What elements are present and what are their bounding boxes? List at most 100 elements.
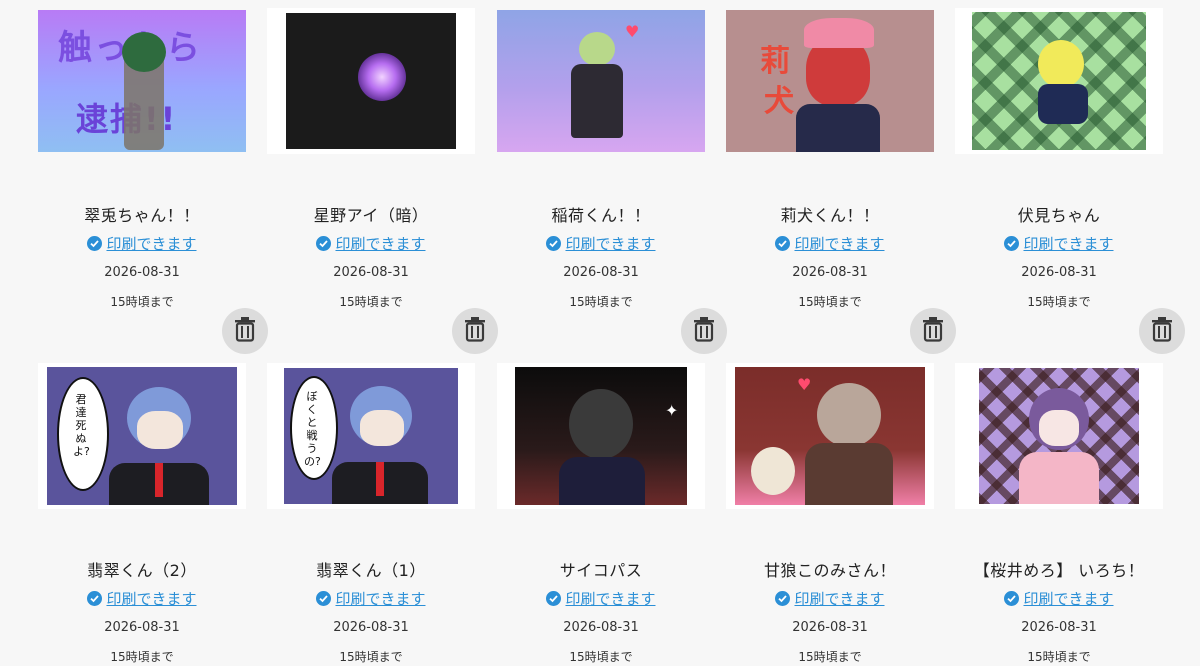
print-card[interactable]: 莉 犬 莉犬くん！！ 印刷できます 2026-08-31 15時頃まで xyxy=(726,8,934,310)
card-title: 星野アイ（暗） xyxy=(313,206,429,225)
print-status[interactable]: 印刷できます xyxy=(726,588,934,609)
print-card[interactable]: 君達死ぬよ? 翡翠くん（2） 印刷できます 2026-08-31 15時頃まで xyxy=(38,363,246,665)
artwork-thumbnail xyxy=(979,368,1139,504)
card-title: サイコパス xyxy=(559,561,643,580)
expiry-date: 2026-08-31 xyxy=(1021,620,1097,635)
print-card[interactable]: 伏見ちゃん 印刷できます 2026-08-31 15時頃まで xyxy=(955,8,1163,310)
character-head xyxy=(569,389,633,459)
card-title: 翡翠くん（1） xyxy=(316,561,426,580)
print-status[interactable]: 印刷できます xyxy=(955,588,1163,609)
expiry-time: 15時頃まで xyxy=(110,295,174,309)
print-card[interactable]: 【桜井めろ】 いろち！ 印刷できます 2026-08-31 15時頃まで xyxy=(955,363,1163,665)
print-status[interactable]: 印刷できます xyxy=(267,233,475,254)
print-status-link[interactable]: 印刷できます xyxy=(335,233,425,254)
card-title: 伏見ちゃん xyxy=(1017,206,1101,225)
check-circle-icon xyxy=(1004,236,1020,251)
artwork-thumbnail: ぼくと戦うの? xyxy=(284,368,458,504)
character-head xyxy=(817,383,881,447)
print-card[interactable]: 星野アイ（暗） 印刷できます 2026-08-31 15時頃まで xyxy=(267,8,475,310)
print-status-link[interactable]: 印刷できます xyxy=(565,233,655,254)
check-circle-icon xyxy=(316,591,332,606)
print-card[interactable]: 触ったら 逮捕!! 翠兎ちゃん！！ 印刷できます 2026-08-31 15時頃… xyxy=(38,8,246,310)
thumbnail-frame[interactable]: ♥ xyxy=(497,8,705,154)
tie xyxy=(376,462,384,496)
character-figure xyxy=(571,64,623,138)
thumbnail-frame[interactable]: 君達死ぬよ? xyxy=(38,363,246,509)
expiry-time: 15時頃まで xyxy=(798,295,862,309)
expiry-time: 15時頃まで xyxy=(1027,295,1091,309)
delete-button[interactable] xyxy=(681,308,727,354)
card-title: 翠兎ちゃん！！ xyxy=(84,206,200,225)
print-card[interactable]: ぼくと戦うの? 翡翠くん（1） 印刷できます 2026-08-31 15時頃まで xyxy=(267,363,475,665)
expiry-time: 15時頃まで xyxy=(1027,650,1091,664)
artwork-thumbnail: ♥ xyxy=(497,10,705,152)
thumbnail-frame[interactable]: 莉 犬 xyxy=(726,8,934,154)
character-face xyxy=(1039,410,1079,446)
expiry-date: 2026-08-31 xyxy=(1021,265,1097,280)
print-card[interactable]: ✦ サイコパス 印刷できます 2026-08-31 15時頃まで xyxy=(497,363,705,665)
expiry-time: 15時頃まで xyxy=(798,650,862,664)
card-title: 【桜井めろ】 いろち！ xyxy=(973,561,1145,580)
check-circle-icon xyxy=(87,591,103,606)
trash-icon xyxy=(233,316,257,346)
card-title: 甘狼このみさん！ xyxy=(763,561,896,580)
print-status-link[interactable]: 印刷できます xyxy=(565,588,655,609)
speech-text: 君達死ぬよ? xyxy=(73,393,90,458)
print-card[interactable]: ♥ 稲荷くん！！ 印刷できます 2026-08-31 15時頃まで xyxy=(497,8,705,310)
character-body xyxy=(559,457,645,505)
thumbnail-frame[interactable] xyxy=(955,363,1163,509)
character-head xyxy=(1038,40,1084,88)
check-circle-icon xyxy=(316,236,332,251)
print-status[interactable]: 印刷できます xyxy=(955,233,1163,254)
pet-figure xyxy=(751,447,795,495)
print-card[interactable]: ♥ 甘狼このみさん！ 印刷できます 2026-08-31 15時頃まで xyxy=(726,363,934,665)
thumbnail-frame[interactable]: ♥ xyxy=(726,363,934,509)
print-status[interactable]: 印刷できます xyxy=(726,233,934,254)
expiry-time: 15時頃まで xyxy=(569,295,633,309)
print-status-link[interactable]: 印刷できます xyxy=(1023,588,1113,609)
artwork-thumbnail: 触ったら 逮捕!! xyxy=(38,10,246,152)
print-status-link[interactable]: 印刷できます xyxy=(794,588,884,609)
character-face xyxy=(360,410,404,446)
character-body xyxy=(1019,452,1099,504)
card-title: 翡翠くん（2） xyxy=(87,561,197,580)
check-circle-icon xyxy=(87,236,103,251)
print-status[interactable]: 印刷できます xyxy=(38,588,246,609)
character-head xyxy=(122,32,166,72)
thumbnail-frame[interactable] xyxy=(955,8,1163,154)
print-status[interactable]: 印刷できます xyxy=(497,588,705,609)
thumbnail-frame[interactable]: ✦ xyxy=(497,363,705,509)
print-status[interactable]: 印刷できます xyxy=(497,233,705,254)
delete-button[interactable] xyxy=(452,308,498,354)
expiry-date: 2026-08-31 xyxy=(563,620,639,635)
thumbnail-frame[interactable] xyxy=(267,8,475,154)
character-body xyxy=(1038,84,1088,124)
speech-text: ぼくと戦うの? xyxy=(304,390,321,468)
character-head xyxy=(579,32,615,66)
artwork-thumbnail: 君達死ぬよ? xyxy=(47,367,237,505)
artwork-thumbnail: ♥ xyxy=(735,367,925,505)
check-circle-icon xyxy=(775,591,791,606)
expiry-date: 2026-08-31 xyxy=(333,265,409,280)
thumbnail-frame[interactable]: ぼくと戦うの? xyxy=(267,363,475,509)
thumbnail-frame[interactable]: 触ったら 逮捕!! xyxy=(38,8,246,154)
print-status-link[interactable]: 印刷できます xyxy=(1023,233,1113,254)
delete-button[interactable] xyxy=(222,308,268,354)
delete-button[interactable] xyxy=(910,308,956,354)
artwork-thumbnail xyxy=(972,12,1146,150)
artwork-thumbnail: 莉 犬 xyxy=(726,10,934,152)
print-status[interactable]: 印刷できます xyxy=(38,233,246,254)
print-status-link[interactable]: 印刷できます xyxy=(335,588,425,609)
expiry-date: 2026-08-31 xyxy=(104,265,180,280)
delete-button[interactable] xyxy=(1139,308,1185,354)
expiry-date: 2026-08-31 xyxy=(563,265,639,280)
character-face xyxy=(137,411,183,449)
art-caption-bottom: 犬 xyxy=(764,84,794,119)
heart-icon: ♥ xyxy=(625,22,640,41)
print-status[interactable]: 印刷できます xyxy=(267,588,475,609)
character-body xyxy=(796,104,880,152)
print-status-link[interactable]: 印刷できます xyxy=(794,233,884,254)
check-circle-icon xyxy=(546,591,562,606)
print-status-link[interactable]: 印刷できます xyxy=(106,588,196,609)
print-status-link[interactable]: 印刷できます xyxy=(106,233,196,254)
